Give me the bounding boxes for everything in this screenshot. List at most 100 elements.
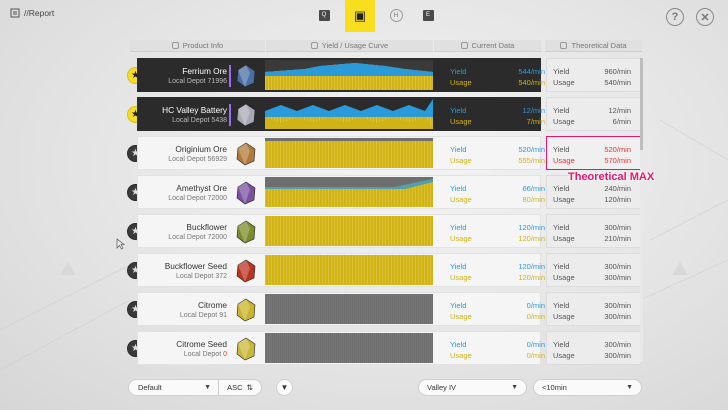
time-range-value: <10min [542,383,567,392]
header-curve: Yield / Usage Curve [266,40,433,52]
sort-dropdown[interactable]: Default ▼ [129,380,219,395]
yield-label: Yield [450,106,467,115]
tab-q[interactable]: Q [313,0,335,30]
chevron-down-icon: ▼ [204,384,211,391]
yield-usage-curve [265,99,433,129]
pie-icon [560,42,568,49]
usage-label: Usage [553,312,575,321]
depot-label: Local Depot [176,273,214,280]
current-usage: 540/min [518,78,545,87]
current-data: Yield 66/min Usage 80/min [446,176,553,210]
yield-label: Yield [450,145,467,154]
depot-label: Local Depot [168,78,206,85]
tab-report[interactable]: ▣ [345,0,375,32]
current-yield: 120/min [518,223,545,232]
theoretical-yield: 300/min [604,223,631,232]
theoretical-usage: 570/min [604,156,631,165]
help-icon[interactable]: ? [666,8,684,26]
yield-usage-curve [265,138,433,168]
page-title-group: //Report [10,8,54,18]
product-depot: Local Depot 56929 [138,156,227,163]
citrome-seed-icon-shape [236,337,256,361]
depot-count: 5438 [211,117,227,124]
report-icon [10,8,20,18]
yield-label: Yield [450,262,467,271]
close-icon[interactable]: ✕ [696,8,714,26]
current-usage: 80/min [522,195,545,204]
amethyst-ore-icon [233,180,259,206]
product-depot: Local Depot 0 [138,351,227,358]
region-dropdown[interactable]: Valley IV ▼ [418,379,527,396]
tab-q-icon: Q [318,9,330,21]
yield-label: Yield [450,67,467,76]
product-depot: Local Depot 91 [138,312,227,319]
theoretical-usage: 6/min [612,117,631,126]
sort-order-toggle[interactable]: ASC ⇅ [219,383,261,392]
theoretical-yield: 960/min [604,67,631,76]
theoretical-yield: 300/min [604,262,631,271]
current-data: Yield 544/min Usage 540/min [446,59,553,93]
product-row[interactable]: ★ Citrome Local Depot 91 Yield 0/min Usag… [126,292,646,326]
pie-icon [460,42,468,49]
product-depot: Local Depot 71996 [138,78,227,85]
depot-count: 91 [219,312,227,319]
theoretical-data: Yield 12/min Usage 6/min [546,97,641,131]
theoretical-yield: 300/min [604,340,631,349]
product-row[interactable]: ★ Citrome Seed Local Depot 0 Yield 0/min … [126,331,646,365]
tab-e[interactable]: E [417,0,439,30]
product-name: HC Valley Battery [162,105,227,115]
top-bar: //Report Q ▣ H E ? ✕ [0,0,728,34]
product-name: Citrome Seed [176,339,227,349]
usage-label: Usage [450,312,472,321]
usage-label: Usage [553,117,575,126]
theoretical-max-annotation: Theoretical MAX [568,171,655,183]
battery-icon-shape [236,103,256,127]
header-product-info: Product Info [130,40,265,52]
usage-label: Usage [553,273,575,282]
sort-control: Default ▼ ASC ⇅ [128,379,262,396]
theoretical-data: Yield 300/min Usage 210/min [546,214,641,248]
usage-label: Usage [450,273,472,282]
product-row[interactable]: ★ Originium Ore Local Depot 56929 Yield 5… [126,136,646,170]
battery-icon [229,102,259,128]
scrollbar-thumb[interactable] [640,58,643,150]
yield-label: Yield [553,262,570,271]
ferrium-ore-icon-shape [236,64,256,88]
curve-graphic [265,255,433,285]
yield-usage-curve [265,333,433,363]
buckflower-seed-icon [233,258,259,284]
depot-label: Local Depot [168,234,206,241]
product-name: Originium Ore [175,144,227,154]
filter-button[interactable]: ▼ [276,379,293,396]
product-row[interactable]: ★ HC Valley Battery Local Depot 5438 Yie… [126,97,646,131]
buckflower-icon-shape [236,220,256,244]
theoretical-yield: 300/min [604,301,631,310]
product-depot: Local Depot 5438 [138,117,227,124]
theoretical-data: Yield 520/min Usage 570/min [546,136,641,170]
yield-usage-curve [265,177,433,207]
chevron-down-icon: ▼ [626,384,633,391]
time-range-dropdown[interactable]: <10min ▼ [533,379,642,396]
product-depot: Local Depot 72000 [138,195,227,202]
curve-graphic [265,177,433,207]
usage-label: Usage [553,234,575,243]
theoretical-data: Yield 300/min Usage 300/min [546,253,641,287]
product-row[interactable]: ★ Buckflower Seed Local Depot 372 Yield 1… [126,253,646,287]
header-product-info-label: Product Info [182,41,224,50]
usage-label: Usage [450,78,472,87]
sort-value: Default [138,383,162,392]
filter-icon: ▼ [280,383,289,392]
depot-label: Local Depot [168,195,206,202]
report-tab-icon: ▣ [353,8,367,23]
product-row[interactable]: ★ Buckflower Local Depot 72000 Yield 120/… [126,214,646,248]
depot-label: Local Depot [183,351,222,358]
product-row[interactable]: ★ Ferrium Ore Local Depot 71996 Yield 544… [126,58,646,92]
tab-h[interactable]: H [385,0,407,30]
product-name: Buckflower Seed [164,261,227,271]
usage-label: Usage [450,351,472,360]
current-yield: 0/min [526,301,545,310]
yield-label: Yield [450,184,467,193]
product-name: Buckflower [186,222,227,232]
region-value: Valley IV [427,383,457,392]
curve-graphic [265,216,433,246]
